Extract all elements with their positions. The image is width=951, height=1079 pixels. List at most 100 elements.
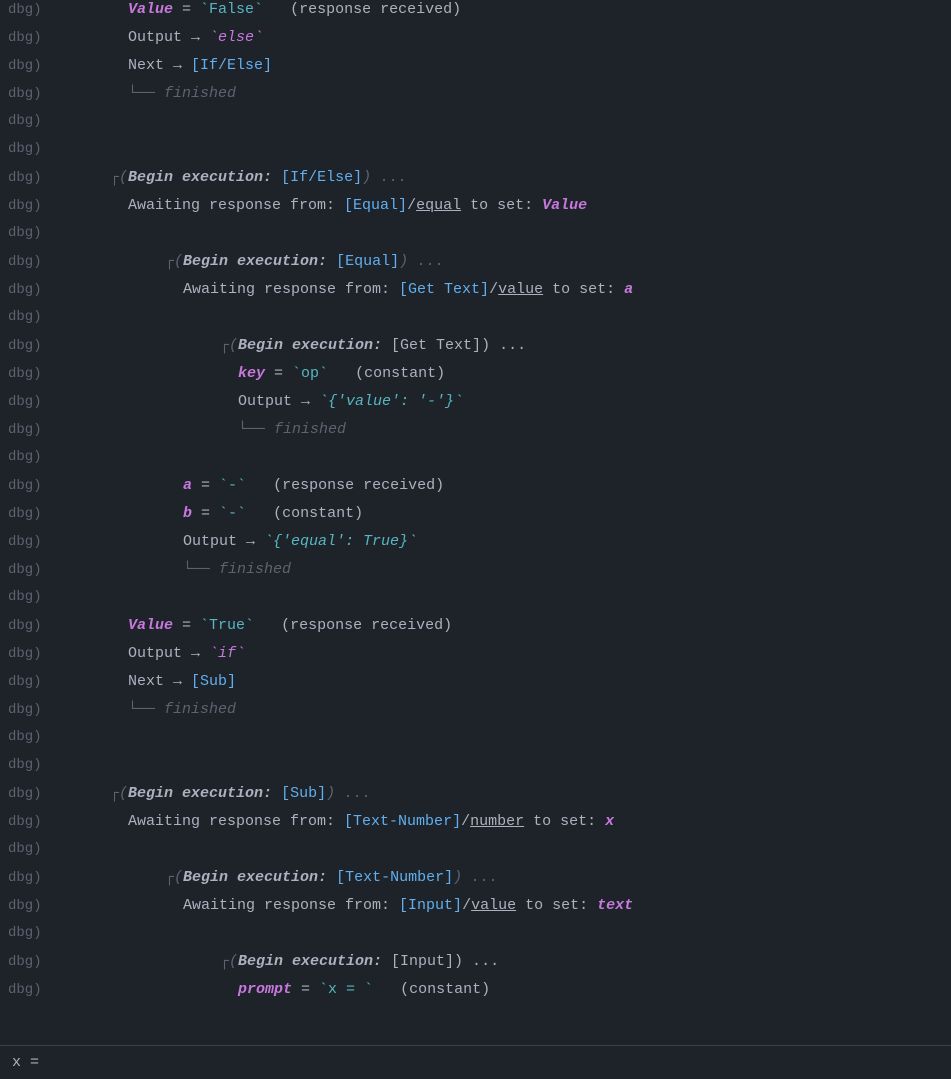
line-34: dbg)┌(Begin execution: [Input]) ... bbox=[0, 952, 951, 980]
code-segment: Begin execution: bbox=[128, 785, 272, 802]
line-17: dbg) a = `-` (response received) bbox=[0, 476, 951, 504]
code-segment: Output → bbox=[165, 533, 264, 550]
line-content-23: Output → `if` bbox=[110, 645, 951, 662]
line-prefix-20: dbg) bbox=[0, 562, 110, 578]
line-prefix-28: dbg) bbox=[0, 786, 110, 802]
code-segment: = bbox=[173, 617, 200, 634]
code-segment: Output → bbox=[220, 393, 319, 410]
code-segment: ┌( bbox=[220, 337, 238, 354]
code-segment: Value bbox=[128, 1, 173, 18]
line-13: dbg) key = `op` (constant) bbox=[0, 364, 951, 392]
code-segment: [Input] bbox=[399, 897, 462, 914]
line-1: dbg) Output → `else` bbox=[0, 28, 951, 56]
line-content-34: ┌(Begin execution: [Input]) ... bbox=[110, 953, 951, 970]
code-segment: (response received) bbox=[254, 617, 452, 634]
line-prefix-22: dbg) bbox=[0, 618, 110, 634]
line-content-22: Value = `True` (response received) bbox=[110, 617, 951, 634]
code-segment: `if` bbox=[209, 645, 245, 662]
code-segment: [If/Else] bbox=[281, 169, 362, 186]
line-prefix-16: dbg) bbox=[0, 449, 110, 465]
code-segment: ┌( bbox=[165, 253, 183, 270]
code-segment: [If/Else] bbox=[191, 57, 272, 74]
code-segment: / bbox=[489, 281, 498, 298]
code-segment: / bbox=[407, 197, 416, 214]
code-segment: ┌( bbox=[110, 169, 128, 186]
line-prefix-26: dbg) bbox=[0, 729, 110, 745]
debug-output: dbg) Value = `False` (response received)… bbox=[0, 0, 951, 1008]
line-content-19: Output → `{'equal': True}` bbox=[110, 533, 951, 550]
line-content-31: ┌(Begin execution: [Text-Number]) ... bbox=[110, 869, 951, 886]
line-content-32: Awaiting response from: [Input]/value to… bbox=[110, 897, 951, 914]
line-2: dbg) Next → [If/Else] bbox=[0, 56, 951, 84]
line-22: dbg) Value = `True` (response received) bbox=[0, 616, 951, 644]
line-5: dbg) bbox=[0, 140, 951, 168]
line-prefix-9: dbg) bbox=[0, 254, 110, 270]
code-segment: Value bbox=[542, 197, 587, 214]
line-9: dbg)┌(Begin execution: [Equal]) ... bbox=[0, 252, 951, 280]
code-segment: = bbox=[173, 1, 200, 18]
code-segment: value bbox=[471, 897, 516, 914]
line-prefix-33: dbg) bbox=[0, 925, 110, 941]
code-segment: [Text-Number] bbox=[344, 813, 461, 830]
code-segment bbox=[165, 477, 183, 494]
code-segment: ┌( bbox=[165, 869, 183, 886]
line-prefix-10: dbg) bbox=[0, 282, 110, 298]
code-segment: └── bbox=[110, 701, 164, 718]
bottom-text: x = bbox=[12, 1054, 39, 1071]
code-segment: to set: bbox=[524, 813, 605, 830]
line-prefix-29: dbg) bbox=[0, 814, 110, 830]
code-segment: Output → bbox=[110, 645, 209, 662]
line-3: dbg) └── finished bbox=[0, 84, 951, 112]
code-segment: `{'equal': True}` bbox=[264, 533, 417, 550]
line-content-17: a = `-` (response received) bbox=[110, 477, 951, 494]
code-segment: Begin execution: bbox=[238, 953, 382, 970]
line-prefix-11: dbg) bbox=[0, 309, 110, 325]
line-content-9: ┌(Begin execution: [Equal]) ... bbox=[110, 253, 951, 270]
code-segment: ) ... bbox=[453, 869, 498, 886]
line-prefix-3: dbg) bbox=[0, 86, 110, 102]
code-segment: prompt bbox=[238, 981, 292, 998]
code-segment: x bbox=[605, 813, 614, 830]
line-0: dbg) Value = `False` (response received) bbox=[0, 0, 951, 28]
line-21: dbg) bbox=[0, 588, 951, 616]
line-content-3: └── finished bbox=[110, 85, 951, 102]
code-segment: [Sub] bbox=[191, 673, 236, 690]
code-segment: Awaiting response from: bbox=[165, 281, 399, 298]
code-segment: Output → bbox=[110, 29, 209, 46]
code-segment: finished bbox=[219, 561, 291, 578]
line-content-6: ┌(Begin execution: [If/Else]) ... bbox=[110, 169, 951, 186]
code-segment: Next → bbox=[110, 57, 191, 74]
line-prefix-13: dbg) bbox=[0, 366, 110, 382]
line-prefix-4: dbg) bbox=[0, 113, 110, 129]
line-prefix-15: dbg) bbox=[0, 422, 110, 438]
code-segment: (response received) bbox=[263, 1, 461, 18]
line-29: dbg) Awaiting response from: [Text-Numbe… bbox=[0, 812, 951, 840]
line-prefix-23: dbg) bbox=[0, 646, 110, 662]
line-prefix-24: dbg) bbox=[0, 674, 110, 690]
line-content-14: Output → `{'value': '-'}` bbox=[110, 393, 951, 410]
line-prefix-35: dbg) bbox=[0, 982, 110, 998]
code-segment: [Get Text] bbox=[399, 281, 489, 298]
code-segment: `-` bbox=[219, 505, 246, 522]
line-12: dbg)┌(Begin execution: [Get Text]) ... bbox=[0, 336, 951, 364]
code-segment: to set: bbox=[516, 897, 597, 914]
code-segment: `op` bbox=[292, 365, 328, 382]
line-prefix-0: dbg) bbox=[0, 2, 110, 18]
code-segment: ┌( bbox=[220, 953, 238, 970]
code-segment bbox=[272, 785, 281, 802]
code-segment: Begin execution: bbox=[238, 337, 382, 354]
code-segment: Value bbox=[128, 617, 173, 634]
line-prefix-5: dbg) bbox=[0, 141, 110, 157]
line-25: dbg) └── finished bbox=[0, 700, 951, 728]
line-prefix-14: dbg) bbox=[0, 394, 110, 410]
code-segment: / bbox=[462, 897, 471, 914]
line-11: dbg) bbox=[0, 308, 951, 336]
line-content-24: Next → [Sub] bbox=[110, 673, 951, 690]
line-8: dbg) bbox=[0, 224, 951, 252]
line-prefix-34: dbg) bbox=[0, 954, 110, 970]
code-segment: [Input]) ... bbox=[382, 953, 499, 970]
code-segment: [Text-Number] bbox=[336, 869, 453, 886]
code-segment: [Equal] bbox=[344, 197, 407, 214]
code-segment: text bbox=[597, 897, 633, 914]
line-prefix-8: dbg) bbox=[0, 225, 110, 241]
